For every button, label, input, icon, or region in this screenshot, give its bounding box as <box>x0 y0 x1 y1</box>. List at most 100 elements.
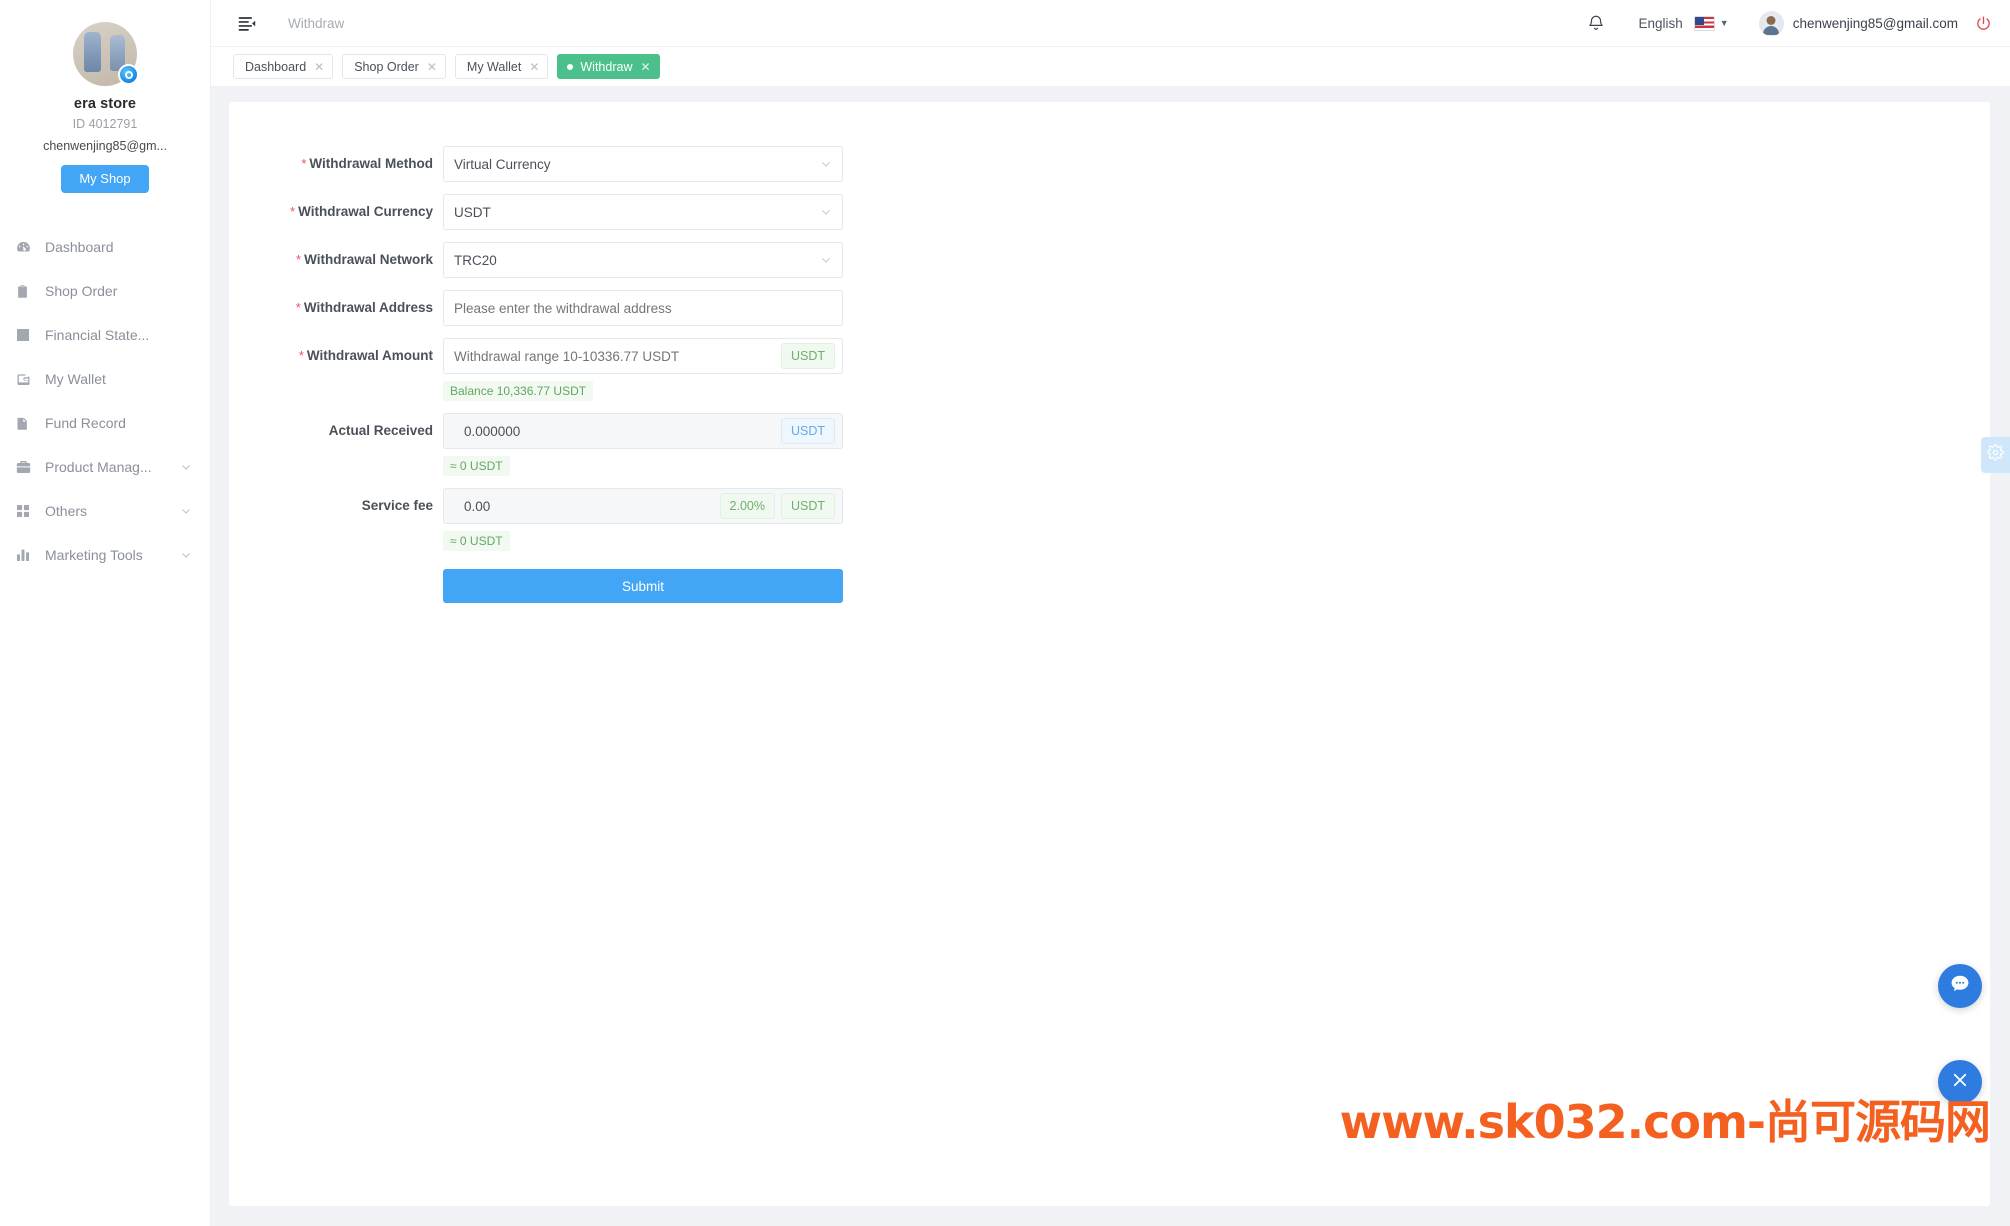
field-control: TRC20 <box>443 242 843 278</box>
withdrawal-currency-select[interactable]: USDT <box>443 194 843 230</box>
withdrawal-address-input[interactable] <box>454 300 832 316</box>
withdrawal-network-select[interactable]: TRC20 <box>443 242 843 278</box>
close-icon[interactable]: ✕ <box>529 61 539 73</box>
store-email: chenwenjing85@gm... <box>43 139 167 153</box>
sidebar-item-label: Financial State... <box>45 327 150 343</box>
close-icon[interactable]: ✕ <box>427 61 437 73</box>
field-label: * Withdrawal Currency <box>229 194 443 230</box>
actual-received-wrap: 0.000000 USDT <box>443 413 843 449</box>
withdrawal-amount-wrap[interactable]: USDT <box>443 338 843 374</box>
collapse-menu-icon[interactable] <box>237 14 256 33</box>
notification-bell-icon[interactable] <box>1587 13 1605 33</box>
actual-received-hint: ≈ 0 USDT <box>443 456 510 476</box>
withdrawal-address-wrap[interactable] <box>443 290 843 326</box>
field-control: 0.00 2.00% USDT ≈ 0 USDT <box>443 488 843 551</box>
withdraw-card: * Withdrawal Method Virtual Currency * W… <box>229 102 1990 1206</box>
field-actual-received: Actual Received 0.000000 USDT ≈ 0 USDT <box>229 413 1990 476</box>
close-icon[interactable]: ✕ <box>314 61 324 73</box>
tab-bar: Dashboard ✕ Shop Order ✕ My Wallet ✕ Wit… <box>211 47 2010 87</box>
briefcase-icon <box>15 458 41 476</box>
field-label: Service fee <box>229 488 443 524</box>
sidebar-item-marketing-tools[interactable]: Marketing Tools <box>0 533 210 577</box>
actual-received-value: 0.000000 <box>464 423 521 439</box>
tab-label: Shop Order <box>354 59 419 74</box>
avatar[interactable] <box>73 22 139 86</box>
currency-suffix-badge: USDT <box>780 343 835 369</box>
tab-label: Dashboard <box>245 59 307 74</box>
submit-spacer <box>229 569 443 603</box>
withdrawal-amount-input[interactable] <box>454 348 775 364</box>
tab-withdraw[interactable]: Withdraw ✕ <box>557 54 660 79</box>
service-fee-wrap: 0.00 2.00% USDT <box>443 488 843 524</box>
withdraw-form: * Withdrawal Method Virtual Currency * W… <box>229 146 1990 603</box>
service-fee-value: 0.00 <box>464 498 491 514</box>
tab-my-wallet[interactable]: My Wallet ✕ <box>454 54 549 79</box>
label-text: Withdrawal Network <box>304 252 433 267</box>
label-text: Withdrawal Address <box>303 300 433 315</box>
sidebar-item-product-management[interactable]: Product Manag... <box>0 445 210 489</box>
wallet-icon <box>15 370 41 388</box>
sidebar-item-dashboard[interactable]: Dashboard <box>0 225 210 269</box>
sidebar-item-fund-record[interactable]: Fund Record <box>0 401 210 445</box>
tab-label: Withdraw <box>580 59 633 74</box>
submit-control: Submit <box>443 569 843 603</box>
service-fee-value-area: 0.00 <box>454 499 714 514</box>
actual-received-value-area: 0.000000 <box>454 424 775 439</box>
submit-row: Submit <box>229 569 1990 603</box>
currency-suffix-badge: USDT <box>780 493 835 519</box>
chevron-down-icon <box>180 461 192 473</box>
currency-suffix-badge: USDT <box>780 418 835 444</box>
my-shop-button[interactable]: My Shop <box>61 165 149 193</box>
sidebar-item-shop-order[interactable]: Shop Order <box>0 269 210 313</box>
field-withdrawal-address: * Withdrawal Address <box>229 290 1990 326</box>
label-text: Withdrawal Method <box>309 156 433 171</box>
label-text: Withdrawal Currency <box>298 204 433 219</box>
store-id: ID 4012791 <box>72 117 138 131</box>
user-avatar <box>1758 10 1784 36</box>
tab-dashboard[interactable]: Dashboard ✕ <box>233 54 334 79</box>
document-icon <box>15 414 41 432</box>
chevron-down-icon <box>180 549 192 561</box>
main-region: Withdraw English ▼ chenwenjing85@gmail.c… <box>211 0 2010 1226</box>
field-control: USDT <box>443 194 843 230</box>
user-menu[interactable]: chenwenjing85@gmail.com <box>1758 10 1958 36</box>
close-x-icon <box>1951 1071 1969 1094</box>
language-selector[interactable]: English ▼ <box>1639 15 1729 31</box>
amount-suffix-group: USDT <box>775 343 842 369</box>
chat-support-button[interactable] <box>1938 964 1982 1008</box>
store-name: era store <box>73 96 137 112</box>
service-fee-hint: ≈ 0 USDT <box>443 531 510 551</box>
label-text: Withdrawal Amount <box>306 348 433 363</box>
dashboard-icon <box>15 238 41 256</box>
field-service-fee: Service fee 0.00 2.00% USDT ≈ 0 USDT <box>229 488 1990 551</box>
sidebar-item-others[interactable]: Others <box>0 489 210 533</box>
user-email: chenwenjing85@gmail.com <box>1792 15 1958 31</box>
clipboard-icon <box>15 282 41 300</box>
sidebar-item-my-wallet[interactable]: My Wallet <box>0 357 210 401</box>
sidebar-item-label: My Wallet <box>45 371 106 387</box>
tab-shop-order[interactable]: Shop Order ✕ <box>342 54 446 79</box>
settings-panel-toggle[interactable] <box>1981 437 2010 473</box>
sidebar-item-label: Product Manag... <box>45 459 152 475</box>
gear-icon <box>1987 444 2004 466</box>
label-text: Service fee <box>361 498 433 513</box>
actual-received-suffix-group: USDT <box>775 418 842 444</box>
label-text: Actual Received <box>328 423 433 438</box>
chevron-down-icon: ▼ <box>1719 17 1729 28</box>
required-asterisk: * <box>296 252 302 267</box>
sidebar-item-label: Fund Record <box>45 415 126 431</box>
close-icon[interactable]: ✕ <box>640 61 650 73</box>
sidebar-item-label: Marketing Tools <box>45 547 143 563</box>
sidebar-item-financial-statement[interactable]: Financial State... <box>0 313 210 357</box>
close-widget-button[interactable] <box>1938 1060 1982 1104</box>
amount-input-area <box>454 348 775 364</box>
us-flag-icon <box>1693 15 1715 31</box>
withdrawal-method-select[interactable]: Virtual Currency <box>443 146 843 182</box>
power-logout-icon[interactable] <box>1975 15 1992 32</box>
submit-button[interactable]: Submit <box>443 569 843 603</box>
chevron-down-icon <box>820 254 832 266</box>
field-label: * Withdrawal Network <box>229 242 443 278</box>
grid-icon <box>15 502 41 520</box>
selected-value: Virtual Currency <box>454 156 551 172</box>
tab-label: My Wallet <box>466 59 522 74</box>
